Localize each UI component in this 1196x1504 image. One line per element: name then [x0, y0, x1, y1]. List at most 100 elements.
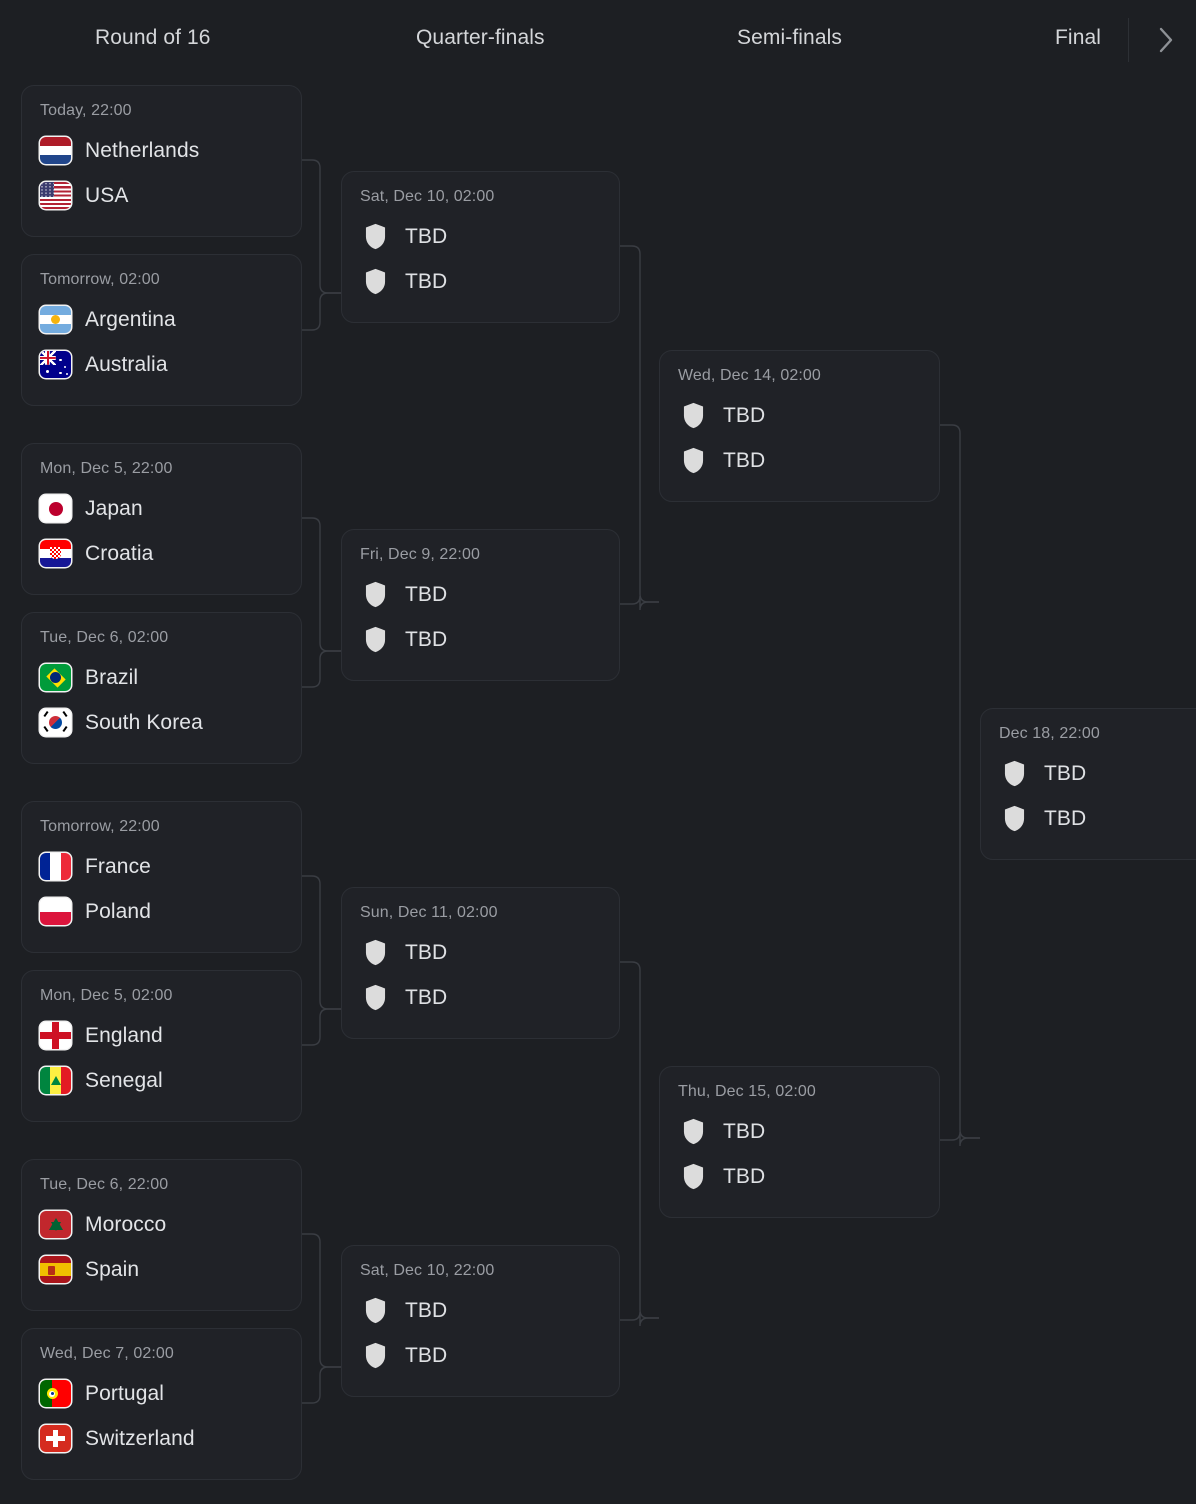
next-round-button[interactable]	[1146, 20, 1186, 60]
team-row[interactable]: TBD	[360, 1288, 601, 1333]
flag-senegal-icon	[40, 1067, 71, 1094]
round-header-final[interactable]: Final	[1055, 26, 1101, 50]
team-name: TBD	[1044, 806, 1087, 830]
flag-portugal-icon	[40, 1380, 71, 1407]
team-row[interactable]: TBD	[360, 572, 601, 617]
match-card[interactable]: Today, 22:00 Netherlands USA	[21, 85, 302, 237]
team-name: TBD	[1044, 761, 1087, 785]
round-header-bar: Round of 16 Quarter-finals Semi-finals F…	[0, 0, 1196, 80]
team-row[interactable]: Senegal	[40, 1058, 283, 1103]
match-date: Thu, Dec 15, 02:00	[678, 1083, 816, 1100]
shield-icon	[1004, 805, 1025, 832]
flag-netherlands-icon	[40, 137, 71, 164]
team-row[interactable]: Netherlands	[40, 128, 283, 173]
team-name: TBD	[405, 1343, 448, 1367]
team-row[interactable]: TBD	[678, 1109, 921, 1154]
shield-icon	[365, 268, 386, 295]
match-card[interactable]: Tomorrow, 02:00 Argentina Australia	[21, 254, 302, 406]
team-name: TBD	[723, 1119, 766, 1143]
team-row[interactable]: TBD	[678, 1154, 921, 1199]
team-name: TBD	[723, 403, 766, 427]
team-row[interactable]: TBD	[360, 930, 601, 975]
match-card[interactable]: Mon, Dec 5, 02:00 England Senegal	[21, 970, 302, 1122]
flag-england-icon	[40, 1022, 71, 1049]
team-name: England	[85, 1023, 163, 1047]
shield-icon	[365, 1342, 386, 1369]
team-row[interactable]: Morocco	[40, 1202, 283, 1247]
team-row[interactable]: TBD	[360, 1333, 601, 1378]
match-date: Mon, Dec 5, 02:00	[40, 987, 173, 1004]
team-row[interactable]: France	[40, 844, 283, 889]
match-card[interactable]: Wed, Dec 7, 02:00 Portugal Switzerland	[21, 1328, 302, 1480]
team-row[interactable]: Switzerland	[40, 1416, 283, 1461]
flag-poland-icon	[40, 898, 71, 925]
team-name: TBD	[405, 627, 448, 651]
team-name: TBD	[405, 269, 448, 293]
tournament-bracket: Round of 16 Quarter-finals Semi-finals F…	[0, 0, 1196, 1504]
team-row[interactable]: TBD	[360, 617, 601, 662]
flag-switzerland-icon	[40, 1425, 71, 1452]
match-card[interactable]: Fri, Dec 9, 22:00 TBD TBD	[341, 529, 620, 681]
team-row[interactable]: Poland	[40, 889, 283, 934]
match-date: Mon, Dec 5, 22:00	[40, 460, 173, 477]
team-name: TBD	[405, 940, 448, 964]
team-row[interactable]: Japan	[40, 486, 283, 531]
flag-argentina-icon	[40, 306, 71, 333]
match-date: Wed, Dec 7, 02:00	[40, 1345, 174, 1362]
round-header-round-of-16[interactable]: Round of 16	[95, 26, 211, 50]
team-row[interactable]: Argentina	[40, 297, 283, 342]
team-row[interactable]: TBD	[360, 975, 601, 1020]
flag-morocco-icon	[40, 1211, 71, 1238]
shield-icon	[365, 1297, 386, 1324]
team-row[interactable]: TBD	[360, 259, 601, 304]
shield-icon	[365, 223, 386, 250]
team-name: TBD	[723, 448, 766, 472]
match-date: Tomorrow, 22:00	[40, 818, 160, 835]
flag-spain-icon	[40, 1256, 71, 1283]
shield-icon	[683, 447, 704, 474]
team-row[interactable]: TBD	[999, 796, 1196, 841]
team-row[interactable]: TBD	[678, 438, 921, 483]
match-card[interactable]: Mon, Dec 5, 22:00 Japan Croatia	[21, 443, 302, 595]
team-row[interactable]: USA	[40, 173, 283, 218]
match-date: Sat, Dec 10, 22:00	[360, 1262, 495, 1279]
match-card[interactable]: Sat, Dec 10, 22:00 TBD TBD	[341, 1245, 620, 1397]
team-row[interactable]: Brazil	[40, 655, 283, 700]
team-name: TBD	[405, 582, 448, 606]
match-card[interactable]: Sat, Dec 10, 02:00 TBD TBD	[341, 171, 620, 323]
match-card[interactable]: Thu, Dec 15, 02:00 TBD TBD	[659, 1066, 940, 1218]
team-name: TBD	[405, 224, 448, 248]
shield-icon	[683, 1118, 704, 1145]
team-name: Switzerland	[85, 1426, 195, 1450]
team-row[interactable]: Spain	[40, 1247, 283, 1292]
match-card[interactable]: Dec 18, 22:00 TBD TBD	[980, 708, 1196, 860]
shield-icon	[683, 1163, 704, 1190]
shield-icon	[365, 581, 386, 608]
team-name: Japan	[85, 496, 143, 520]
team-name: Australia	[85, 352, 168, 376]
match-date: Tue, Dec 6, 22:00	[40, 1176, 169, 1193]
flag-france-icon	[40, 853, 71, 880]
shield-icon	[365, 984, 386, 1011]
match-card[interactable]: Tomorrow, 22:00 France Poland	[21, 801, 302, 953]
match-card[interactable]: Wed, Dec 14, 02:00 TBD TBD	[659, 350, 940, 502]
team-row[interactable]: Croatia	[40, 531, 283, 576]
team-name: Brazil	[85, 665, 139, 689]
round-header-semi-finals[interactable]: Semi-finals	[737, 26, 842, 50]
team-row[interactable]: England	[40, 1013, 283, 1058]
team-row[interactable]: TBD	[678, 393, 921, 438]
round-header-quarter-finals[interactable]: Quarter-finals	[416, 26, 545, 50]
match-card[interactable]: Tue, Dec 6, 02:00 Brazil South Korea	[21, 612, 302, 764]
match-card[interactable]: Sun, Dec 11, 02:00 TBD TBD	[341, 887, 620, 1039]
team-name: France	[85, 854, 151, 878]
team-row[interactable]: South Korea	[40, 700, 283, 745]
team-row[interactable]: Australia	[40, 342, 283, 387]
match-date: Tue, Dec 6, 02:00	[40, 629, 169, 646]
team-name: Croatia	[85, 541, 154, 565]
team-name: Poland	[85, 899, 151, 923]
header-divider	[1128, 18, 1129, 62]
team-row[interactable]: TBD	[999, 751, 1196, 796]
match-card[interactable]: Tue, Dec 6, 22:00 Morocco Spain	[21, 1159, 302, 1311]
team-row[interactable]: TBD	[360, 214, 601, 259]
team-row[interactable]: Portugal	[40, 1371, 283, 1416]
